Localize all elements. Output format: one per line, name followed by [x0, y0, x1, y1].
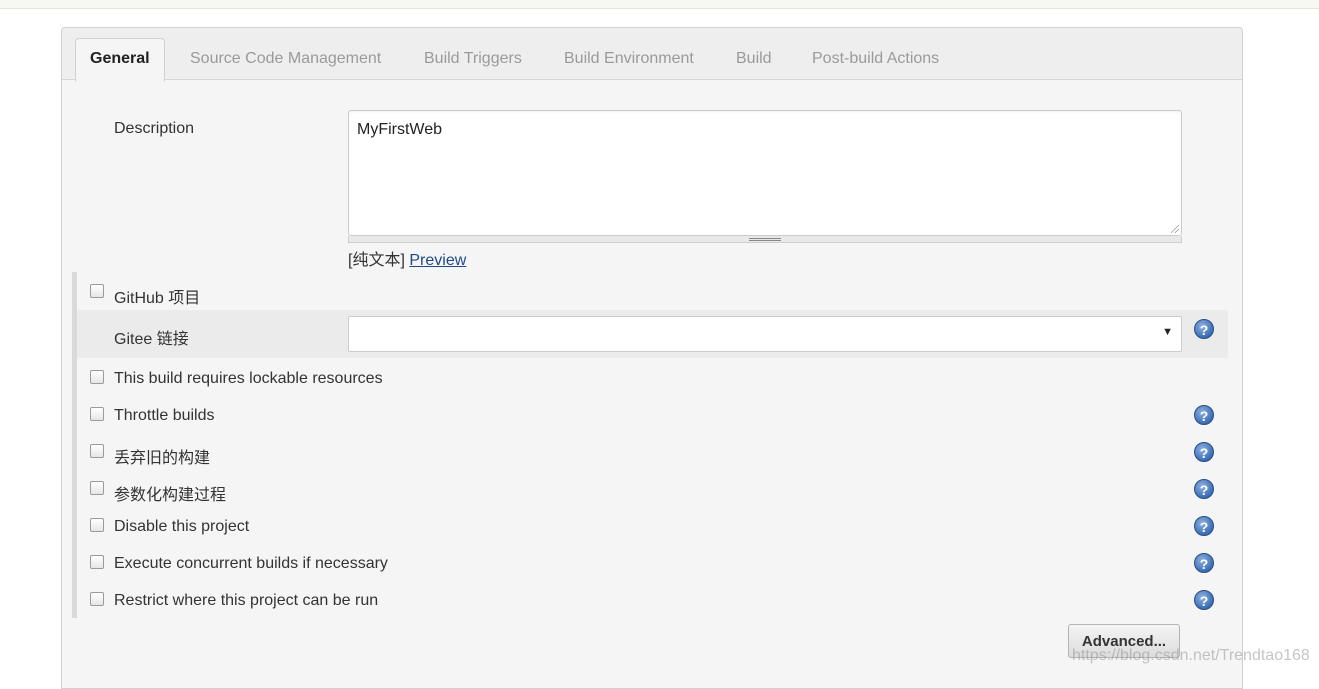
discard-old-builds-checkbox[interactable]: [90, 444, 104, 458]
gitee-connection-select[interactable]: ▼: [348, 316, 1182, 352]
concurrent-builds-checkbox[interactable]: [90, 555, 104, 569]
github-project-checkbox[interactable]: [90, 284, 104, 298]
discard-old-builds-label: 丢弃旧的构建: [114, 450, 211, 467]
concurrent-builds-label: Execute concurrent builds if necessary: [114, 555, 388, 572]
throttle-builds-label: Throttle builds: [114, 407, 215, 424]
top-strip: [0, 0, 1319, 9]
restrict-node-label: Restrict where this project can be run: [114, 592, 379, 609]
description-format-note: [纯文本] Preview: [348, 246, 466, 270]
dropdown-arrow-icon: ▼: [1162, 326, 1173, 338]
description-value: MyFirstWeb: [357, 121, 443, 138]
parameterized-build-label: 参数化构建过程: [114, 487, 227, 504]
textarea-resize-icon[interactable]: [1171, 225, 1179, 233]
gitee-connection-label: Gitee 链接: [114, 331, 189, 348]
description-textarea[interactable]: MyFirstWeb: [348, 110, 1182, 236]
parameterized-build-checkbox[interactable]: [90, 481, 104, 495]
job-config-panel: General Source Code Management Build Tri…: [61, 27, 1243, 689]
preview-link[interactable]: Preview: [409, 252, 466, 269]
throttle-builds-help-icon[interactable]: ?: [1194, 405, 1214, 425]
config-tab-bar: General Source Code Management Build Tri…: [62, 28, 1242, 82]
disable-project-label: Disable this project: [114, 518, 250, 535]
discard-old-builds-help-icon[interactable]: ?: [1194, 442, 1214, 462]
tab-general[interactable]: General: [75, 38, 165, 82]
grip-handle-icon: [749, 238, 781, 241]
plain-text-label: [纯文本]: [348, 252, 405, 269]
disable-project-help-icon[interactable]: ?: [1194, 516, 1214, 536]
github-project-label: GitHub 项目: [114, 290, 201, 307]
tab-build-environment[interactable]: Build Environment: [564, 48, 694, 70]
watermark-text: https://blog.csdn.net/Trendtao168: [1072, 647, 1310, 664]
lockable-resources-label: This build requires lockable resources: [114, 370, 383, 387]
textarea-grip-bar[interactable]: [348, 236, 1182, 243]
tab-build[interactable]: Build: [736, 48, 772, 70]
gitee-help-icon[interactable]: ?: [1194, 319, 1214, 339]
restrict-node-checkbox[interactable]: [90, 592, 104, 606]
tab-post-build-actions[interactable]: Post-build Actions: [812, 48, 939, 70]
throttle-builds-checkbox[interactable]: [90, 407, 104, 421]
lockable-resources-checkbox[interactable]: [90, 370, 104, 384]
restrict-node-help-icon[interactable]: ?: [1194, 590, 1214, 610]
tab-source-code-management[interactable]: Source Code Management: [190, 48, 381, 70]
parameterized-build-help-icon[interactable]: ?: [1194, 479, 1214, 499]
description-label: Description: [114, 120, 195, 137]
tab-build-triggers[interactable]: Build Triggers: [424, 48, 522, 70]
disable-project-checkbox[interactable]: [90, 518, 104, 532]
concurrent-builds-help-icon[interactable]: ?: [1194, 553, 1214, 573]
